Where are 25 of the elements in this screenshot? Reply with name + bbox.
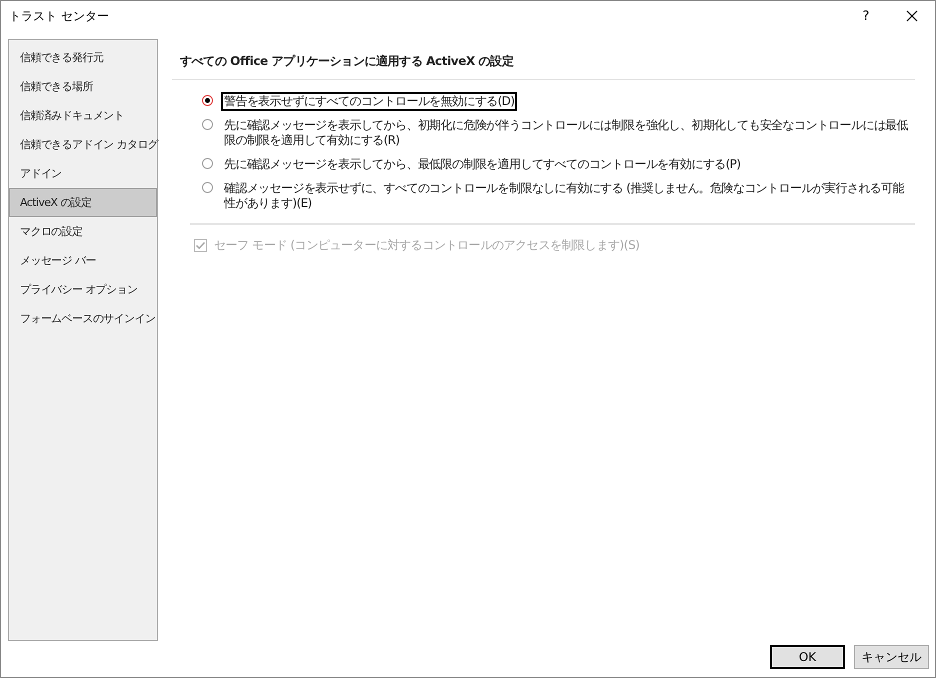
- option-label: 警告を表示せずにすべてのコントロールを無効にする(D): [221, 92, 518, 111]
- sidebar-item[interactable]: 信頼済みドキュメント: [9, 101, 157, 130]
- section-heading: すべての Office アプリケーションに適用する ActiveX の設定: [172, 49, 915, 80]
- sidebar-item[interactable]: フォームベースのサインイン: [9, 304, 157, 333]
- radio-button[interactable]: [202, 182, 213, 193]
- sidebar-item[interactable]: ActiveX の設定: [9, 188, 157, 217]
- radio-button[interactable]: [202, 158, 213, 169]
- window-title: トラスト センター: [9, 8, 110, 24]
- option-label: 先に確認メッセージを表示してから、最低限の制限を適用してすべてのコントロールを有効にする(P): [223, 156, 742, 173]
- dialog-button[interactable]: キャンセル: [854, 645, 929, 669]
- sidebar-item[interactable]: プライバシー オプション: [9, 275, 157, 304]
- close-icon: [906, 10, 918, 22]
- option-label: 先に確認メッセージを表示してから、初期化に危険が伴うコントロールには制限を強化し、初期化しても安全なコントロールには最低限の制限を適用して有効にする(R): [223, 117, 910, 149]
- sidebar-item[interactable]: 信頼できる発行元: [9, 43, 157, 72]
- sidebar-item[interactable]: メッセージ バー: [9, 246, 157, 275]
- option-label: 確認メッセージを表示せずに、すべてのコントロールを制限なしに有効にする (推奨しません。危険なコントロールが実行される可能性があります)(E): [222, 180, 906, 212]
- checkbox-label: セーフ モード (コンピューターに対するコントロールのアクセスを制限します)(S): [214, 237, 640, 254]
- help-button[interactable]: ?: [843, 1, 889, 31]
- sidebar-item[interactable]: マクロの設定: [9, 217, 157, 246]
- sidebar-item[interactable]: 信頼できる場所: [9, 72, 157, 101]
- radio-button[interactable]: [202, 95, 213, 106]
- sidebar-item[interactable]: アドイン: [9, 159, 157, 188]
- radio-button[interactable]: [202, 119, 213, 130]
- sidebar-item[interactable]: 信頼できるアドイン カタログ: [9, 130, 157, 159]
- dialog-button[interactable]: OK: [770, 645, 845, 669]
